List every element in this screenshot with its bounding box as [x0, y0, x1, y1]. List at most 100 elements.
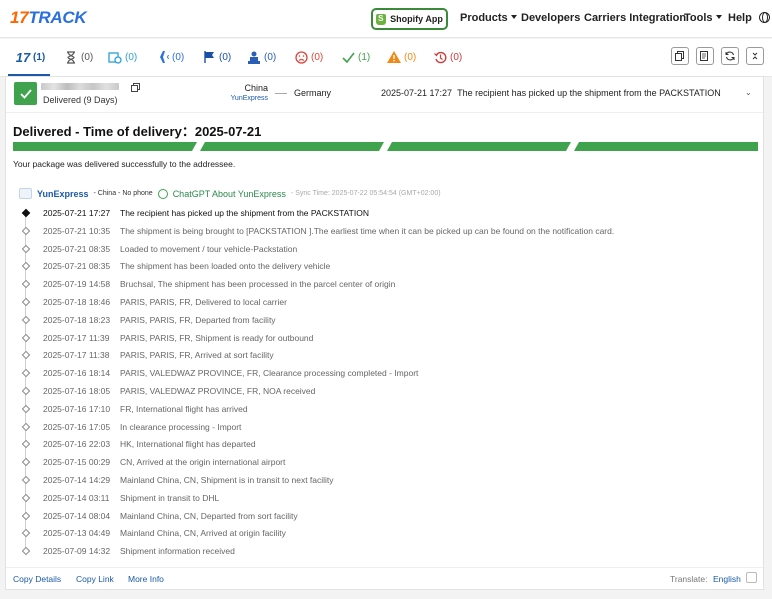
shipment-summary[interactable]: Delivered (9 Days) China YunExpress Germ…	[6, 77, 763, 113]
event-time: 2025-07-21 10:35	[43, 225, 111, 236]
event-description: Mainland China, CN, Departed from sort f…	[120, 510, 298, 521]
chevron-down-icon	[510, 15, 517, 19]
progress-segment	[387, 142, 571, 151]
tracking-number-redacted	[41, 83, 119, 90]
timeline-event: 2025-07-18 18:46 PARIS, PARIS, FR, Delive…	[6, 294, 763, 312]
shopify-app-button[interactable]: Shopify App	[371, 8, 448, 30]
event-marker-icon	[21, 422, 31, 431]
history-icon	[433, 50, 447, 64]
tab-in-transit[interactable]: (0)	[155, 49, 184, 65]
event-marker-icon	[21, 386, 31, 396]
document-copy-icon	[700, 51, 708, 61]
event-description: PARIS, PARIS, FR, Delivered to local car…	[120, 297, 287, 307]
destination-country: Germany	[294, 88, 332, 98]
tab-count: (1)	[33, 51, 46, 63]
event-time: 2025-07-09 14:32	[43, 546, 111, 557]
tab-count: (0)	[404, 51, 417, 63]
origin-info: China YunExpress	[228, 83, 268, 102]
event-description: The recipient has picked up the shipment…	[120, 208, 369, 218]
copy-all-button[interactable]	[671, 47, 689, 65]
event-marker-icon	[21, 315, 31, 325]
copy-icon[interactable]	[131, 83, 140, 92]
event-time: 2025-07-16 22:03	[43, 439, 111, 450]
carrier-name-link[interactable]: YunExpress	[37, 189, 89, 199]
origin-country: China	[244, 83, 268, 93]
tab-history[interactable]: (0)	[433, 49, 462, 65]
hourglass-icon	[64, 50, 78, 64]
tab-count: (0)	[264, 51, 277, 63]
nav-help[interactable]: Help	[728, 12, 752, 24]
event-time: 2025-07-13 04:49	[43, 528, 111, 539]
carrier-logo	[19, 188, 32, 199]
origin-carrier-link[interactable]: YunExpress	[228, 95, 268, 102]
translate-language-select[interactable]: English	[713, 574, 741, 584]
event-marker-icon	[21, 493, 31, 503]
event-time: 2025-07-18 18:46	[43, 297, 111, 307]
refresh-button[interactable]	[721, 47, 739, 65]
event-description: Mainland China, CN, Shipment is in trans…	[120, 475, 334, 485]
tab-all[interactable]: 17 (1)	[16, 49, 45, 65]
expand-toggle-icon[interactable]: ⌄	[745, 88, 752, 97]
tab-info-received[interactable]: (0)	[108, 49, 137, 65]
tab-count: (0)	[81, 51, 94, 63]
tab-count: (0)	[219, 51, 232, 63]
copy-link-link[interactable]: Copy Link	[76, 574, 114, 584]
nav-developers-label: Developers	[521, 12, 581, 24]
event-marker-icon	[21, 333, 31, 342]
timeline-event: 2025-07-14 03:11 Shipment in transit to D…	[6, 490, 763, 508]
event-description: Loaded to movement / tour vehicle-Packst…	[120, 243, 298, 254]
carrier-header: YunExpress - China - No phone ChatGPT Ab…	[19, 188, 441, 199]
timeline-event: 2025-07-16 22:03 HK, International flight…	[6, 436, 763, 454]
top-nav: 17TRACK Shopify App Products Developers …	[0, 0, 772, 38]
tab-delivered[interactable]: (1)	[341, 49, 370, 65]
event-description: FR, International flight has arrived	[120, 403, 248, 414]
nav-carriers-label: Carriers Integration	[584, 12, 687, 24]
nav-developers[interactable]: Developers	[521, 12, 580, 24]
delivered-status-icon	[14, 82, 37, 105]
17track-logo[interactable]: 17 TRACK	[10, 8, 87, 28]
nav-carriers-integration[interactable]: Carriers Integration	[584, 12, 686, 24]
event-time: 2025-07-18 18:23	[43, 314, 111, 325]
shopify-bag-icon	[376, 13, 387, 25]
nav-products[interactable]: Products	[460, 12, 517, 24]
chatgpt-about-link[interactable]: ChatGPT About YunExpress	[173, 189, 286, 199]
timeline-event: 2025-07-16 17:05 In clearance processing …	[6, 419, 763, 437]
tab-not-found[interactable]: (0)	[64, 49, 93, 65]
timeline-event: 2025-07-16 18:14 PARIS, VALEDWAZ PROVINCE…	[6, 365, 763, 383]
timeline-event: 2025-07-14 08:04 Mainland China, CN, Depa…	[6, 508, 763, 526]
event-marker-icon	[21, 244, 31, 253]
tab-pick-up[interactable]: (0)	[247, 49, 276, 65]
event-time: 2025-07-17 11:39	[43, 332, 110, 343]
timeline-event: 2025-07-18 18:23 PARIS, PARIS, FR, Depart…	[6, 312, 763, 330]
delivery-headline: Delivered - Time of delivery：2025-07-21	[13, 121, 261, 140]
progress-segment	[200, 142, 384, 151]
copy-details-button[interactable]	[696, 47, 714, 65]
more-info-link[interactable]: More Info	[128, 574, 164, 584]
sync-time: - Sync Time: 2025-07-22 05:54:54 (GMT+02…	[290, 190, 441, 197]
event-marker-icon	[21, 351, 31, 360]
copy-details-link[interactable]: Copy Details	[13, 574, 61, 584]
event-marker-icon	[21, 404, 31, 414]
check-icon	[19, 88, 32, 99]
event-marker-icon	[21, 262, 31, 271]
tracking-card: Delivered (9 Days) China YunExpress Germ…	[5, 76, 764, 590]
globe-icon[interactable]	[759, 12, 770, 23]
event-description: PARIS, VALEDWAZ PROVINCE, FR, Clearance …	[120, 368, 419, 379]
nav-tools[interactable]: Tools	[684, 12, 722, 24]
timeline-event: 2025-07-21 17:27 The recipient has picked…	[6, 205, 763, 223]
event-description: Shipment information received	[120, 546, 235, 557]
event-marker-icon	[21, 297, 31, 307]
tab-expired[interactable]: (0)	[202, 49, 231, 65]
tab-alert[interactable]: (0)	[387, 49, 416, 65]
tab-undelivered[interactable]: (0)	[294, 49, 323, 65]
translate-checkbox[interactable]	[746, 572, 757, 583]
sad-face-icon	[294, 50, 308, 64]
event-time: 2025-07-14 14:29	[43, 475, 111, 485]
timeline-event: 2025-07-21 10:35 The shipment is being br…	[6, 223, 763, 241]
event-description: PARIS, VALEDWAZ PROVINCE, FR, NOA receiv…	[120, 386, 316, 396]
chatgpt-icon	[157, 188, 168, 199]
delivered-message: Your package was delivered successfully …	[13, 159, 236, 169]
timeline-event: 2025-07-16 17:10 FR, International flight…	[6, 401, 763, 419]
tab-count: (1)	[358, 51, 371, 63]
collapse-button[interactable]	[746, 47, 764, 65]
